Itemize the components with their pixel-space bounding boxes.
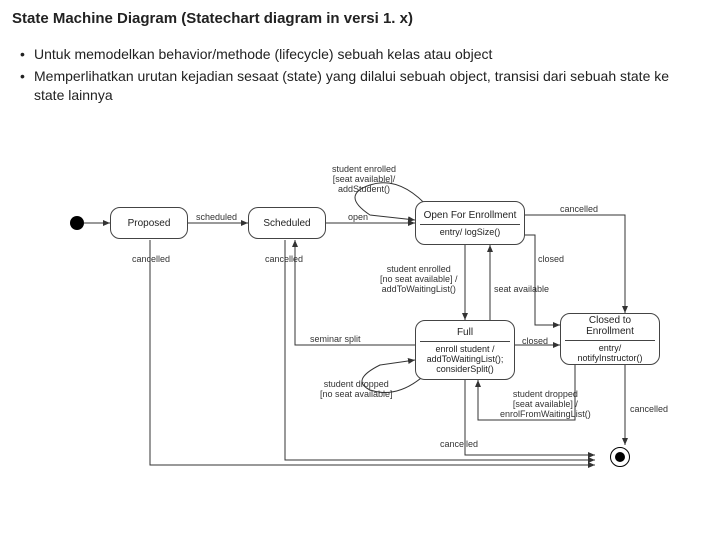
label-enrolled-noseat: student enrolled [no seat available] / a… [380, 265, 458, 295]
state-divider [420, 224, 520, 225]
page-title: State Machine Diagram (Statechart diagra… [0, 0, 720, 45]
state-entry: entry/ notifyInstructor() [565, 343, 655, 363]
state-open-enrollment: Open For Enrollment entry/ logSize() [415, 201, 525, 245]
state-divider [420, 341, 510, 342]
bullet-dot-icon: • [20, 45, 34, 64]
label-cancelled-open: cancelled [560, 205, 598, 215]
state-name: Closed to Enrollment [565, 315, 655, 337]
label-cancelled-scheduled: cancelled [265, 255, 303, 265]
edge-open-closed [525, 235, 560, 325]
bullet-item: • Memperlihatkan urutan kejadian sesaat … [20, 67, 700, 105]
label-scheduled: scheduled [196, 213, 237, 223]
label-dropped-noseat: student dropped [no seat available] [320, 380, 393, 400]
state-name: Scheduled [263, 218, 310, 229]
state-full: Full enroll student / addToWaitingList()… [415, 320, 515, 380]
bullet-dot-icon: • [20, 67, 34, 105]
state-divider [565, 340, 655, 341]
edge-proposed-cancelled [150, 240, 595, 465]
state-proposed: Proposed [110, 207, 188, 239]
bullet-text: Untuk memodelkan behavior/methode (lifec… [34, 45, 492, 64]
label-dropped-seat: student dropped [seat available] / enrol… [500, 390, 591, 420]
label-closed2: closed [522, 337, 548, 347]
label-cancelled-full: cancelled [440, 440, 478, 450]
state-scheduled: Scheduled [248, 207, 326, 239]
state-name: Open For Enrollment [424, 210, 517, 221]
state-closed-enrollment: Closed to Enrollment entry/ notifyInstru… [560, 313, 660, 365]
state-name: Proposed [128, 218, 171, 229]
label-cancelled-closed: cancelled [630, 405, 668, 415]
state-entry: entry/ logSize() [440, 227, 501, 237]
final-state-icon [610, 447, 630, 467]
label-seminar-split: seminar split [310, 335, 361, 345]
label-open: open [348, 213, 368, 223]
state-entry: enroll student / addToWaitingList(); con… [427, 344, 504, 374]
bullet-item: • Untuk memodelkan behavior/methode (lif… [20, 45, 700, 64]
final-state-inner-icon [615, 452, 625, 462]
label-seat-available: seat available [494, 285, 549, 295]
bullet-list: • Untuk memodelkan behavior/methode (lif… [0, 45, 720, 118]
initial-state-icon [70, 216, 84, 230]
label-enrolled-seat: student enrolled [seat available]/ addSt… [332, 165, 396, 195]
label-closed: closed [538, 255, 564, 265]
state-diagram: Proposed Scheduled Open For Enrollment e… [70, 165, 665, 500]
state-name: Full [457, 327, 473, 338]
bullet-text: Memperlihatkan urutan kejadian sesaat (s… [34, 67, 700, 105]
label-cancelled-proposed: cancelled [132, 255, 170, 265]
